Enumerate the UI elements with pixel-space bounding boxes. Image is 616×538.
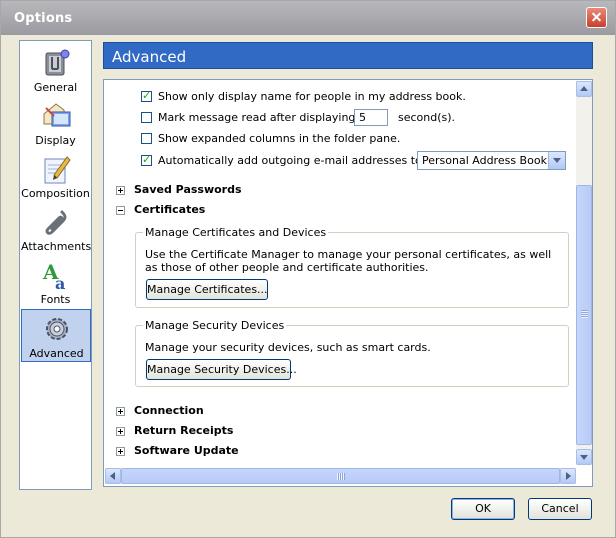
scroll-grip <box>337 473 345 480</box>
sidebar-item-label: General <box>33 81 78 94</box>
title-bar[interactable]: Options <box>1 1 615 35</box>
vertical-scrollbar[interactable] <box>576 81 592 465</box>
sidebar-item-display[interactable]: Display <box>21 97 90 150</box>
scroll-grip <box>581 310 588 318</box>
expanded-columns-checkbox[interactable] <box>141 133 152 144</box>
section-connection[interactable]: Connection <box>134 404 204 417</box>
horizontal-scrollbar[interactable] <box>105 468 576 484</box>
composition-icon <box>44 156 71 184</box>
manage-certificates-group-title: Manage Certificates and Devices <box>143 226 329 239</box>
panel-header: Advanced <box>103 42 593 69</box>
sidebar-item-label: Fonts <box>40 293 71 306</box>
sidebar-item-general[interactable]: General <box>21 44 90 97</box>
scroll-right-button[interactable] <box>560 468 576 484</box>
window-title: Options <box>14 11 73 26</box>
display-icon <box>43 103 71 127</box>
saved-passwords-expand-icon[interactable] <box>116 186 125 195</box>
section-saved-passwords[interactable]: Saved Passwords <box>134 183 242 196</box>
address-book-select-value: Personal Address Book <box>422 154 547 167</box>
security-devices-group-title: Manage Security Devices <box>143 319 287 332</box>
scroll-left-button[interactable] <box>105 468 121 484</box>
mark-read-label: Mark message read after displaying for <box>158 111 375 124</box>
sidebar-item-advanced[interactable]: Advanced <box>21 309 91 362</box>
auto-add-checkbox[interactable] <box>141 153 152 166</box>
scroll-down-button[interactable] <box>576 449 592 465</box>
mark-read-seconds-input[interactable]: 5 <box>354 109 388 126</box>
manage-security-devices-button[interactable]: Manage Security Devices... <box>146 359 297 380</box>
gear-icon <box>46 318 68 340</box>
show-display-name-label: Show only display name for people in my … <box>158 90 466 103</box>
security-devices-description: Manage your security devices, such as sm… <box>145 341 431 354</box>
sidebar-item-composition[interactable]: Composition <box>21 150 90 203</box>
cancel-button[interactable]: Cancel <box>528 498 592 520</box>
svg-text:a: a <box>55 274 65 291</box>
auto-add-label: Automatically add outgoing e-mail addres… <box>158 154 446 167</box>
sidebar-item-label: Attachments <box>21 240 92 253</box>
section-software-update[interactable]: Software Update <box>134 444 239 457</box>
options-window: Options General Display Composition Atta… <box>0 0 616 538</box>
sidebar-item-label: Display <box>35 134 76 147</box>
category-sidebar: General Display Composition Attachments … <box>19 40 92 490</box>
ok-button[interactable]: OK <box>451 498 515 520</box>
section-return-receipts[interactable]: Return Receipts <box>134 424 233 437</box>
certificates-collapse-icon[interactable] <box>116 206 125 215</box>
horizontal-scroll-thumb[interactable] <box>121 468 560 484</box>
mark-read-checkbox[interactable] <box>141 112 152 123</box>
show-display-name-checkbox[interactable] <box>141 89 152 102</box>
advanced-pane: Show only display name for people in my … <box>103 79 593 487</box>
section-certificates[interactable]: Certificates <box>134 203 205 216</box>
return-receipts-expand-icon[interactable] <box>116 427 125 436</box>
address-book-select[interactable]: Personal Address Book <box>417 151 566 170</box>
mark-read-suffix: second(s). <box>398 111 456 124</box>
sidebar-item-label: Advanced <box>29 347 84 360</box>
sidebar-item-attachments[interactable]: Attachments <box>21 203 92 256</box>
fonts-icon: A a <box>42 260 65 291</box>
sidebar-item-fonts[interactable]: A a Fonts <box>21 256 90 309</box>
vertical-scroll-thumb[interactable] <box>576 185 592 445</box>
scroll-up-button[interactable] <box>576 81 592 97</box>
expanded-columns-label: Show expanded columns in the folder pane… <box>158 132 401 145</box>
software-update-expand-icon[interactable] <box>116 447 125 456</box>
sidebar-item-label: Composition <box>21 187 90 200</box>
connection-expand-icon[interactable] <box>116 407 125 416</box>
paperclip-icon <box>45 210 67 235</box>
panel-title: Advanced <box>112 48 187 66</box>
manage-certificates-description: Use the Certificate Manager to manage yo… <box>145 248 552 274</box>
manage-certificates-button[interactable]: Manage Certificates... <box>146 279 268 300</box>
general-icon <box>45 49 70 76</box>
close-button[interactable] <box>586 7 607 28</box>
chevron-down-icon[interactable] <box>548 152 565 169</box>
